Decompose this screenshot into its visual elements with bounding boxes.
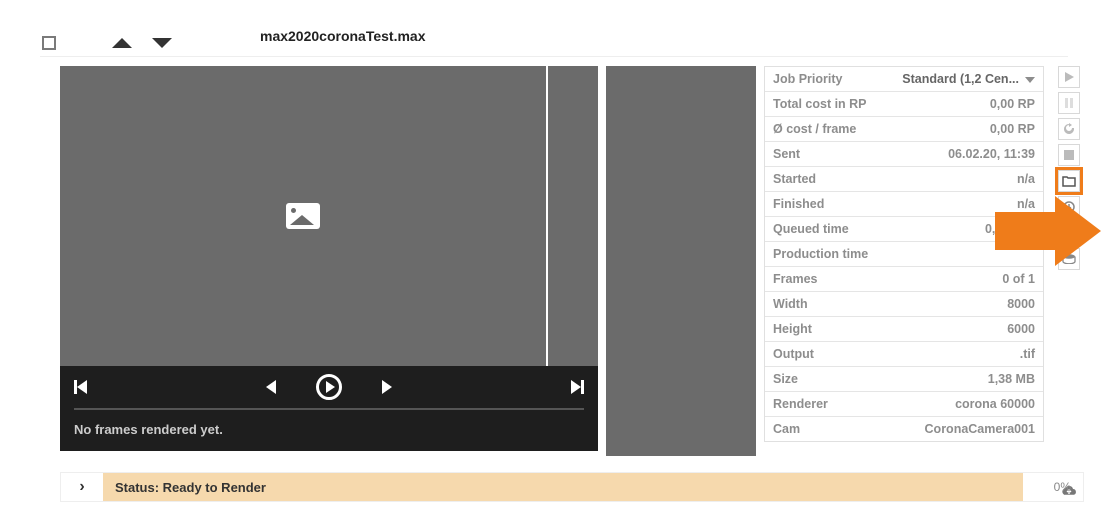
info-label: Queued time	[773, 221, 849, 237]
info-row[interactable]: Job Priority Standard (1,2 Cen...	[765, 67, 1043, 92]
info-value: n/a	[1017, 171, 1035, 187]
skip-end-button[interactable]	[571, 380, 584, 394]
info-label: Started	[773, 171, 816, 187]
info-value[interactable]: Standard (1,2 Cen...	[902, 71, 1035, 87]
info-row: Ø cost / frame 0,00 RP	[765, 117, 1043, 142]
thumb-strip	[606, 66, 756, 456]
info-value: CoronaCamera001	[925, 421, 1035, 437]
info-label: Sent	[773, 146, 800, 162]
progress-percent: 0%	[1023, 480, 1083, 494]
preview-column: No frames rendered yet.	[60, 66, 598, 451]
info-label: Renderer	[773, 396, 828, 412]
preview-main-frame	[60, 66, 548, 366]
info-row: Started n/a	[765, 167, 1043, 192]
info-label: Job Priority	[773, 71, 842, 87]
info-row: Renderer corona 60000	[765, 392, 1043, 417]
info-row: Cam CoronaCamera001	[765, 417, 1043, 441]
skip-start-button[interactable]	[74, 380, 87, 394]
refresh-icon[interactable]	[1058, 118, 1080, 140]
pause-icon[interactable]	[1058, 92, 1080, 114]
info-row: Total cost in RP 0,00 RP	[765, 92, 1043, 117]
move-down-icon[interactable]	[152, 38, 172, 48]
play-button[interactable]	[316, 374, 342, 400]
info-label: Total cost in RP	[773, 96, 867, 112]
player-status-text: No frames rendered yet.	[60, 410, 598, 451]
info-label: Finished	[773, 196, 824, 212]
dropdown-icon[interactable]	[1025, 77, 1035, 83]
info-label: Cam	[773, 421, 800, 437]
info-label: Production time	[773, 246, 868, 262]
info-row: Height 6000	[765, 317, 1043, 342]
info-row: Frames 0 of 1	[765, 267, 1043, 292]
image-placeholder-icon	[286, 203, 320, 229]
render-job-panel: max2020coronaTest.max	[0, 0, 1106, 512]
info-value: 1,38 MB	[988, 371, 1035, 387]
info-value: corona 60000	[955, 396, 1035, 412]
preview-side-strip	[548, 66, 598, 366]
stop-icon[interactable]	[1058, 144, 1080, 166]
play-icon[interactable]	[1058, 66, 1080, 88]
main-area: No frames rendered yet. Job Priority Stan…	[60, 66, 1084, 456]
next-frame-button[interactable]	[382, 380, 392, 394]
prev-frame-button[interactable]	[266, 380, 276, 394]
job-toolbar	[1056, 66, 1082, 502]
info-value: 8000	[1007, 296, 1035, 312]
info-row: Sent 06.02.20, 11:39	[765, 142, 1043, 167]
info-value: .tif	[1020, 346, 1035, 362]
job-filename: max2020coronaTest.max	[260, 28, 426, 44]
info-value: 0,00 RP	[990, 96, 1035, 112]
info-label: Frames	[773, 271, 817, 287]
select-job-checkbox[interactable]	[42, 36, 56, 50]
info-label: Ø cost / frame	[773, 121, 856, 137]
header-divider	[40, 56, 1068, 57]
info-value: 0,00 RP	[990, 121, 1035, 137]
move-up-icon[interactable]	[112, 38, 132, 48]
expand-status-button[interactable]: ›	[61, 473, 103, 501]
status-bar: › Status: Ready to Render 0%	[60, 472, 1084, 502]
info-row: Output .tif	[765, 342, 1043, 367]
open-folder-icon[interactable]	[1058, 170, 1080, 192]
info-label: Height	[773, 321, 812, 337]
info-value: 6000	[1007, 321, 1035, 337]
status-progress-bar: Status: Ready to Render	[103, 473, 1023, 501]
info-row: Width 8000	[765, 292, 1043, 317]
frame-player: No frames rendered yet.	[60, 366, 598, 451]
info-row: Size 1,38 MB	[765, 367, 1043, 392]
status-text: Status: Ready to Render	[103, 473, 673, 501]
info-label: Width	[773, 296, 808, 312]
info-label: Size	[773, 371, 798, 387]
info-value: 06.02.20, 11:39	[948, 146, 1035, 162]
info-value: 0 of 1	[1002, 271, 1035, 287]
preview-viewport	[60, 66, 598, 366]
annotation-arrow	[995, 196, 1105, 266]
info-label: Output	[773, 346, 814, 362]
